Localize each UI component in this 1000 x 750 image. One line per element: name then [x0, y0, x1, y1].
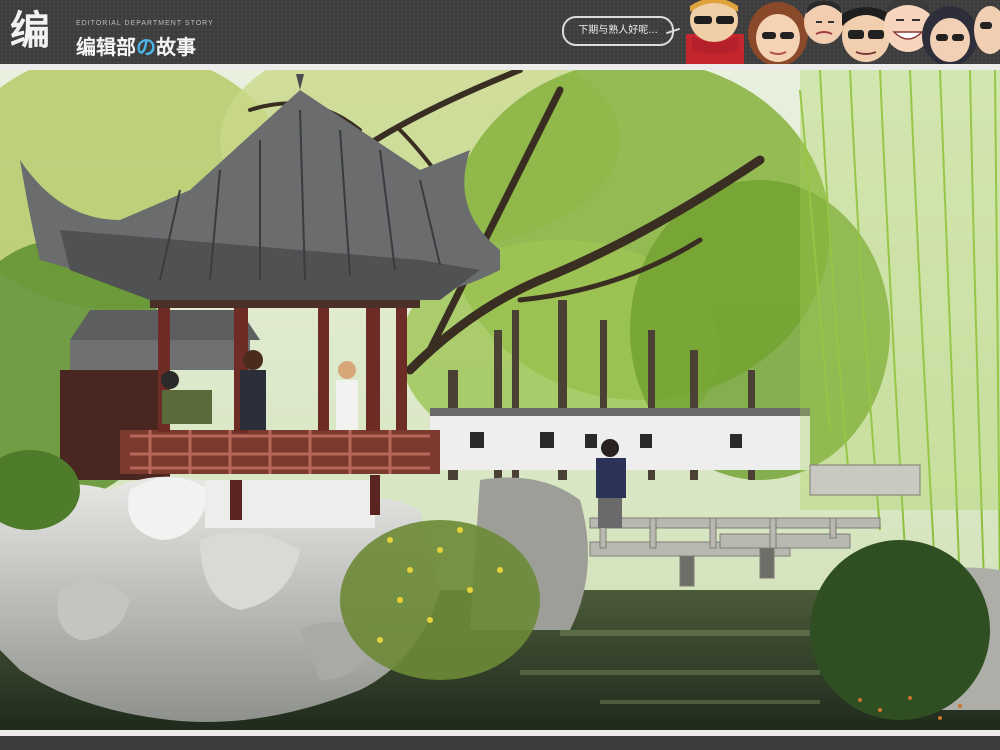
brand-title-part2: 故事: [156, 35, 196, 59]
speech-bubble: 下期与熟人好呢...: [562, 16, 674, 46]
garden-pavilion-photo-icon: [0, 70, 1000, 730]
site-header: 编 EDITORIAL DEPARTMENT STORY 编辑部の故事 下期与熟…: [0, 0, 1000, 64]
cartoon-faces-icon: [686, 0, 1000, 64]
avatar-face-2: [748, 2, 808, 64]
avatar-face-6: [922, 6, 978, 64]
brand-subtitle: EDITORIAL DEPARTMENT STORY: [76, 20, 214, 27]
brand-title-no: の: [136, 35, 156, 59]
brand-title[interactable]: 编辑部の故事: [76, 31, 196, 60]
avatar-face-4: [842, 7, 890, 62]
page: 编 EDITORIAL DEPARTMENT STORY 编辑部の故事 下期与熟…: [0, 0, 1000, 750]
logo-mark[interactable]: 编: [10, 4, 50, 58]
avatar-face-7: [974, 6, 1000, 54]
site-footer: [0, 730, 1000, 750]
garden-pavilion-photo: [0, 70, 1000, 730]
avatar-face-3: [804, 0, 844, 44]
brand-title-part1: 编辑部: [76, 35, 136, 59]
avatar-face-1: [686, 0, 744, 64]
